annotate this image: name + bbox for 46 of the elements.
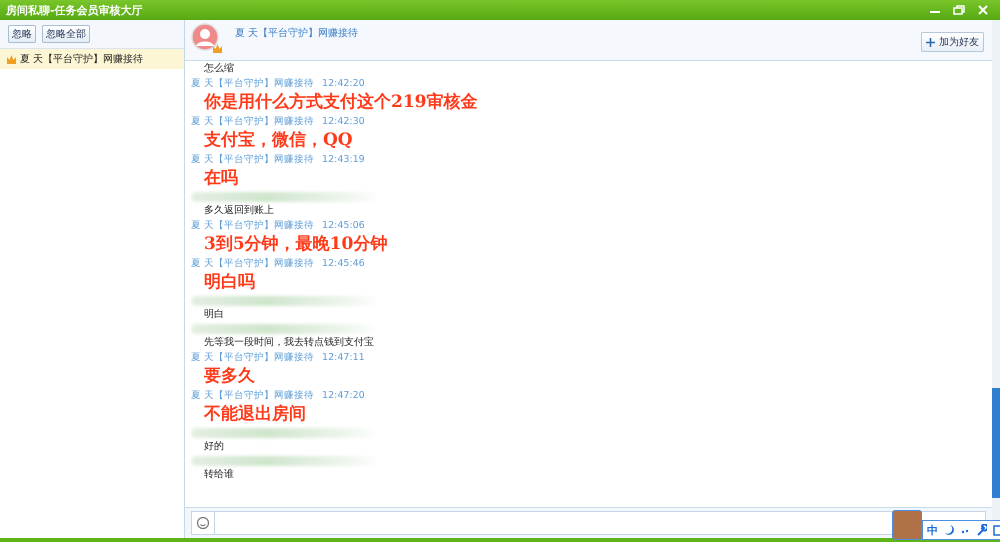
contact-item[interactable]: 夏 天【平台守护】网赚接待	[0, 49, 184, 69]
message-text: 支付宝，微信，QQ	[203, 129, 354, 152]
message-text: 明白吗	[203, 271, 256, 294]
sender-name: 夏 天【平台守护】网赚接待	[191, 219, 314, 232]
message-text: 转给谁	[203, 468, 235, 482]
message-text: 你是用什么方式支付这个219审核金	[202, 91, 478, 114]
sender-name: 夏 天【平台守护】网赚接待	[191, 351, 314, 364]
ime-toolbar[interactable]: 中	[892, 510, 1000, 540]
sender-name: 夏 天【平台守护】网赚接待	[191, 389, 314, 402]
message-text: 怎么缩	[203, 62, 235, 76]
input-mode[interactable]: 中	[927, 522, 938, 538]
crown-icon	[6, 54, 17, 64]
close-icon[interactable]	[976, 4, 990, 16]
message-text: 多久返回到账上	[203, 204, 275, 218]
message-text: 不能退出房间	[202, 403, 307, 426]
message-time: 12:43:19	[322, 154, 365, 165]
mascot-icon	[892, 510, 922, 540]
message-time: 12:42:20	[322, 78, 365, 89]
message-text: 好的	[203, 440, 225, 454]
avatar-icon	[191, 23, 219, 51]
sender-name: 夏 天【平台守护】网赚接待	[191, 77, 314, 90]
add-friend-button[interactable]: 加为好友	[921, 32, 984, 52]
window-title: 房间私聊-任务会员审核大厅	[6, 2, 143, 18]
restore-icon[interactable]	[952, 4, 966, 16]
emoji-icon[interactable]	[191, 511, 214, 535]
sender-name: 夏 天【平台守护】网赚接待	[191, 153, 314, 166]
sender-name: 夏 天【平台守护】网赚接待	[191, 257, 314, 270]
message-input[interactable]	[214, 511, 986, 535]
message-time: 12:42:30	[322, 116, 365, 127]
message-time: 12:47:20	[322, 390, 365, 401]
crown-icon	[212, 43, 223, 54]
contact-name: 夏 天【平台守护】网赚接待	[235, 26, 358, 40]
wrench-icon[interactable]	[976, 524, 987, 536]
ignore-button[interactable]: 忽略	[8, 25, 36, 43]
moon-icon[interactable]	[944, 524, 954, 536]
message-text: 明白	[203, 308, 225, 322]
ignore-button[interactable]: 忽略全部	[42, 25, 90, 43]
message-text: 要多久	[203, 365, 256, 388]
message-text: 3到5分钟，最晚10分钟	[203, 233, 388, 256]
message-time: 12:45:06	[322, 220, 365, 231]
message-text: 在吗	[202, 167, 239, 190]
message-time: 12:45:46	[322, 258, 365, 269]
message-text: 先等我一段时间，我去转点钱到支付宝	[203, 336, 375, 350]
sender-name: 夏 天【平台守护】网赚接待	[191, 115, 314, 128]
message-time: 12:47:11	[322, 352, 365, 363]
plus-icon	[926, 38, 935, 46]
